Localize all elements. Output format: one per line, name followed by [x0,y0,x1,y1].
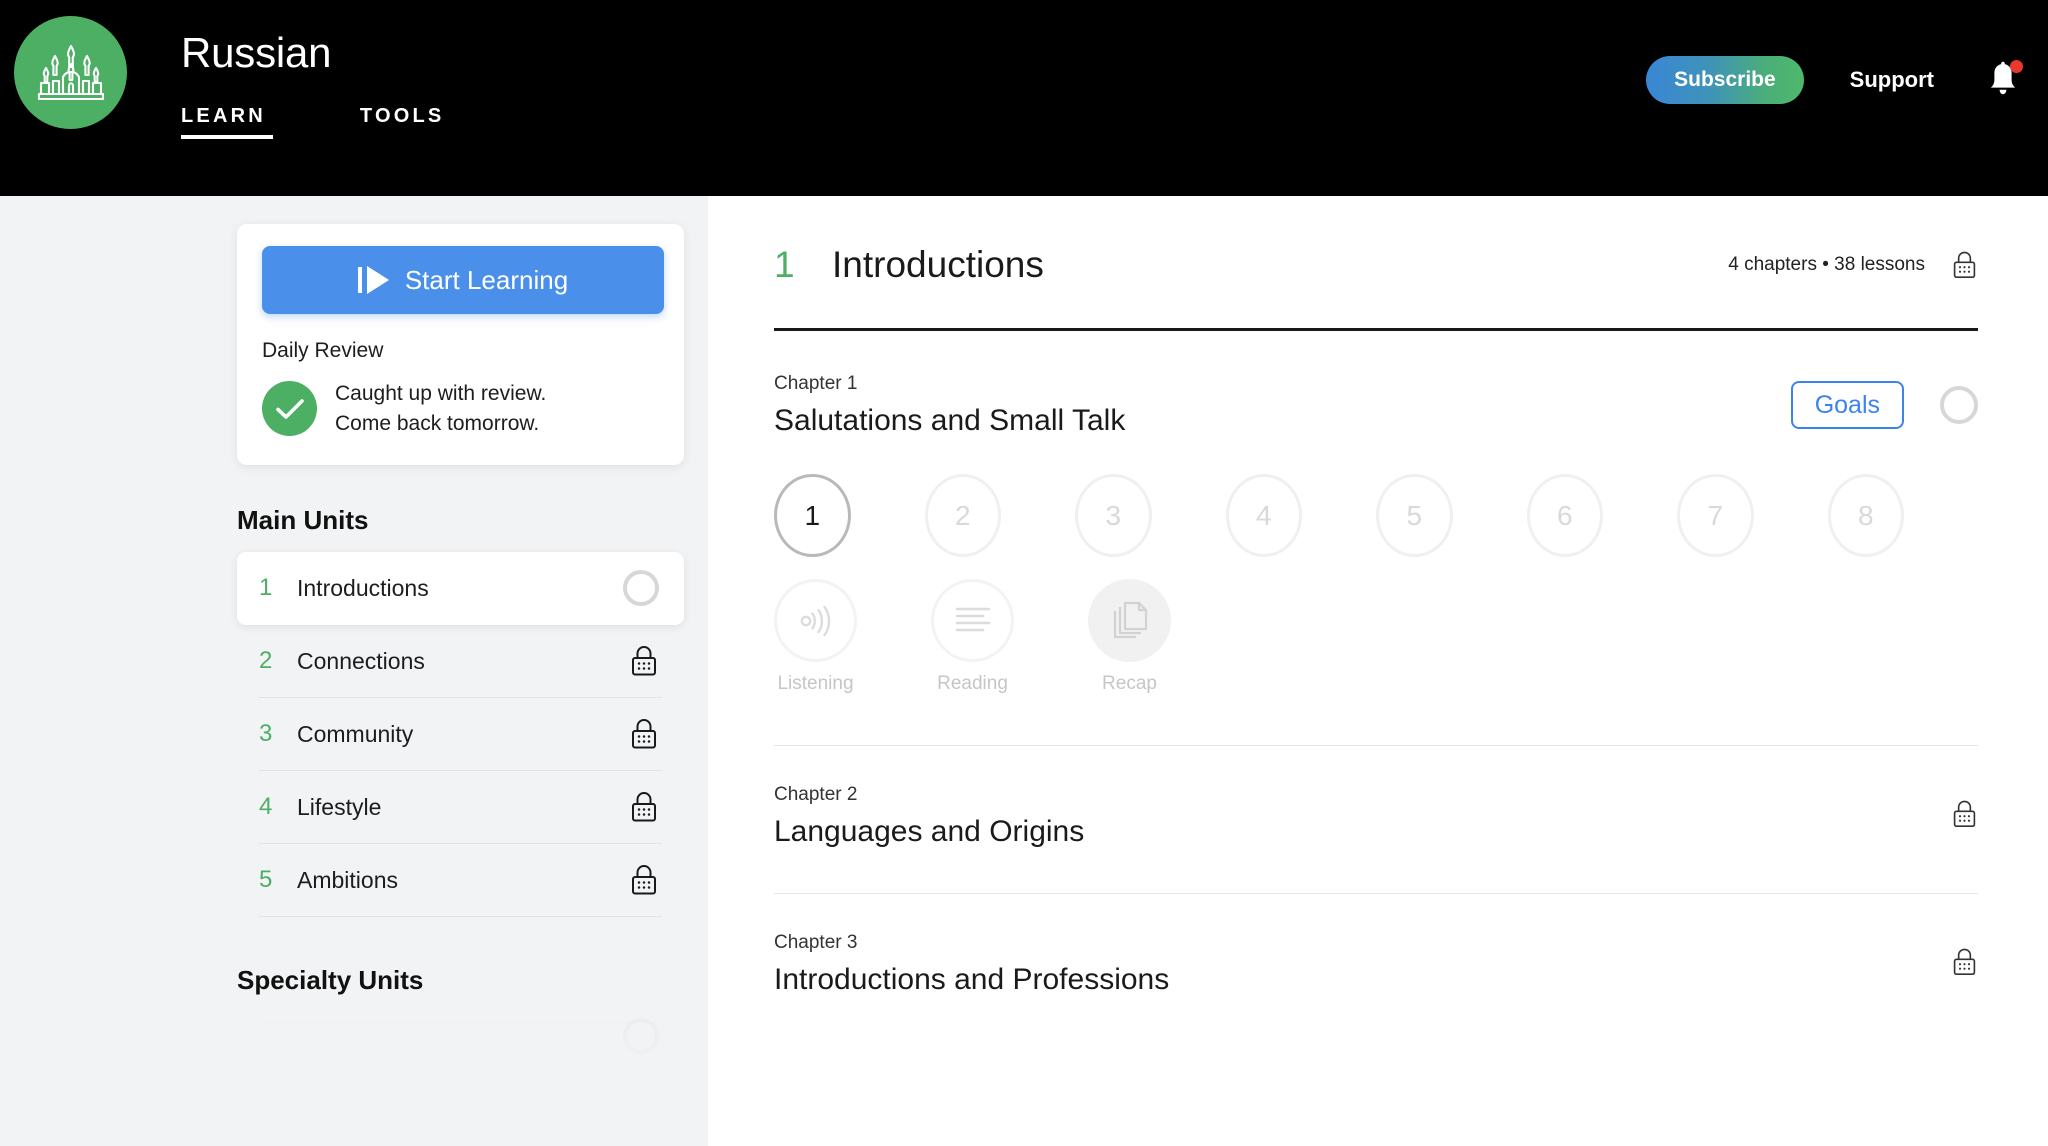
text-lines-icon [931,579,1014,662]
daily-review-message: Caught up with review. Come back tomorro… [335,379,546,439]
chapter-kicker: Chapter 3 [774,932,858,953]
activity-listening[interactable]: Listening [774,579,857,695]
unit-number: 1 [774,244,795,285]
start-learning-button[interactable]: Start Learning [262,246,664,314]
sidebar: Start Learning Daily Review Caught up wi… [0,196,708,1146]
notifications-button[interactable] [1986,60,2023,99]
unit-number: 2 [259,647,273,675]
tab-tools[interactable]: TOOLS [360,105,445,139]
activity-label: Listening [777,673,854,694]
specialty-units-heading: Specialty Units [237,964,424,995]
unit-number: 4 [259,793,273,821]
sidebar-unit-lifestyle[interactable]: 4 Lifestyle [237,771,684,844]
app-root: Russian LEARN TOOLS Subscribe Support St… [0,0,2048,1146]
unit-header: 1 Introductions 4 chapters • 38 lessons [774,244,1978,286]
lock-icon [632,646,656,676]
unit-label: Connections [297,647,425,674]
progress-ring-icon [623,1017,659,1054]
subscribe-button[interactable]: Subscribe [1646,56,1804,104]
sound-wave-icon [774,579,857,662]
start-learning-label: Start Learning [404,264,569,295]
lesson-circle-3[interactable]: 3 [1075,474,1152,557]
progress-ring-icon [623,570,659,607]
activity-reading[interactable]: Reading [931,579,1014,695]
lesson-circle-1[interactable]: 1 [774,474,851,557]
activity-recap[interactable]: Recap [1088,579,1171,695]
activity-label: Reading [937,673,1008,694]
chapter-block-2[interactable]: Chapter 2 Languages and Origins [774,746,1978,849]
lesson-circle-8[interactable]: 8 [1827,474,1904,557]
lesson-circle-7[interactable]: 7 [1677,474,1754,557]
brand-text-block: Russian LEARN TOOLS [181,29,538,140]
unit-label: Community [297,720,414,747]
activity-label: Recap [1102,673,1157,694]
lock-icon [632,719,656,749]
support-link[interactable]: Support [1850,67,1934,93]
unit-title: Introductions [832,244,1044,285]
sidebar-unit-ambitions[interactable]: 5 Ambitions [237,844,684,917]
daily-review-line-1: Caught up with review. [335,382,547,405]
chapter-title: Languages and Origins [774,815,1085,848]
chapter-kicker: Chapter 1 [774,373,858,394]
activity-row: Listening Reading Recap [774,579,1978,695]
stacked-pages-icon [1088,579,1171,662]
lock-icon [1953,800,1976,827]
daily-review-heading: Daily Review [262,339,384,362]
sidebar-unit-community[interactable]: 3 Community [237,698,684,771]
chapter-kicker: Chapter 2 [774,784,858,805]
start-learning-card: Start Learning Daily Review Caught up wi… [237,224,684,465]
unit-number: 1 [259,574,273,602]
lesson-circle-2[interactable]: 2 [924,474,1001,557]
chapter-block-3[interactable]: Chapter 3 Introductions and Professions [774,894,1978,997]
top-bar-actions: Subscribe Support [1646,56,2023,104]
lesson-circle-4[interactable]: 4 [1225,474,1302,557]
unit-number: 3 [259,720,273,748]
list-divider [259,1021,662,1023]
play-icon [357,266,389,294]
lesson-circle-5[interactable]: 5 [1376,474,1453,557]
chapter-title: Introductions and Professions [774,963,1170,996]
unit-label: Introductions [297,574,429,601]
lesson-circle-6[interactable]: 6 [1526,474,1603,557]
top-navigation-bar: Russian LEARN TOOLS Subscribe Support [0,0,2048,196]
notification-badge-dot [2010,60,2023,73]
check-circle-icon [262,381,317,437]
cathedral-icon[interactable] [14,16,127,129]
unit-label: Ambitions [297,866,398,893]
goals-button[interactable]: Goals [1790,381,1904,429]
main-units-heading: Main Units [237,504,369,535]
daily-review-line-2: Come back tomorrow. [335,411,540,435]
lock-icon [632,865,656,895]
daily-review-status: Caught up with review. Come back tomorro… [262,379,659,439]
list-divider [259,915,662,917]
unit-meta-text: 4 chapters • 38 lessons [1728,254,1925,275]
unit-label: Lifestyle [297,793,382,820]
chapter-title: Salutations and Small Talk [774,404,1126,437]
brand-area: Russian LEARN TOOLS [0,0,538,140]
main-units-list: 1 Introductions 2 Connections 3 Communit… [237,551,684,917]
page-title: Russian [181,29,332,76]
chapter-block-1: Chapter 1 Salutations and Small Talk Goa… [774,331,1978,695]
main-nav-tabs: LEARN TOOLS [181,105,538,140]
lesson-circles-row: 1 2 3 4 5 6 7 8 [774,474,1978,557]
specialty-unit-partial-row[interactable] [237,1017,684,1082]
main-content: 1 Introductions 4 chapters • 38 lessons [708,196,2048,1146]
lock-icon [1953,948,1976,975]
unit-number: 5 [259,866,273,894]
lock-icon [1953,251,1976,278]
tab-learn[interactable]: LEARN [181,105,273,140]
sidebar-unit-connections[interactable]: 2 Connections [237,625,684,698]
progress-ring-icon [1940,386,1978,424]
lock-icon [632,792,656,822]
sidebar-unit-introductions[interactable]: 1 Introductions [237,551,684,625]
